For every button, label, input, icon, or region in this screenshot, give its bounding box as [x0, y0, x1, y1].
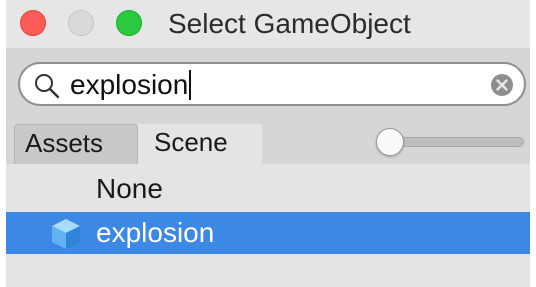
zoom-slider-track[interactable] [384, 137, 524, 147]
text-caret [189, 70, 192, 100]
cube-icon [52, 219, 80, 249]
tab-scene[interactable]: Scene [138, 124, 262, 164]
search-input[interactable]: explosion [18, 62, 526, 106]
clear-search-icon[interactable] [490, 73, 514, 97]
minimize-window-button[interactable] [68, 10, 94, 36]
window-title: Select GameObject [168, 8, 411, 39]
title-bar[interactable]: Select GameObject [6, 0, 530, 48]
search-value: explosion [70, 69, 189, 100]
zoom-window-button[interactable] [116, 10, 142, 36]
list-item-label: None [96, 173, 163, 204]
select-gameobject-window: Select GameObject explosion Assets Scene… [6, 0, 530, 287]
tab-assets[interactable]: Assets [14, 124, 138, 164]
search-bar: explosion [6, 48, 530, 116]
list-item-explosion[interactable]: explosion [6, 212, 530, 254]
tab-row: Assets Scene [6, 116, 530, 164]
gameobject-list: None explosion [6, 164, 530, 287]
search-icon [35, 74, 60, 99]
search-text: explosion [70, 69, 192, 100]
list-item-label: explosion [96, 217, 215, 248]
zoom-slider-thumb[interactable] [376, 128, 404, 156]
list-item-none[interactable]: None [6, 168, 530, 210]
close-window-button[interactable] [20, 10, 46, 36]
